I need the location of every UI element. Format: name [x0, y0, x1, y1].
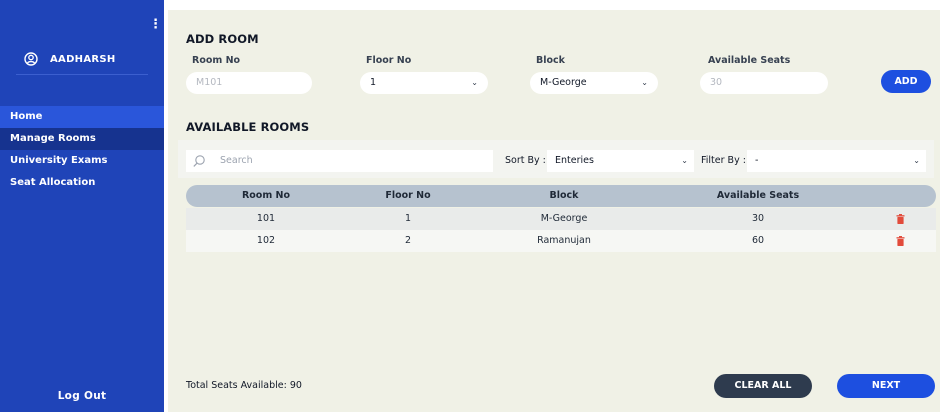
sort-by-label: Sort By : [505, 155, 546, 166]
chevron-down-icon: ⌄ [913, 156, 920, 165]
filter-by-label: Filter By : [701, 155, 746, 166]
column-header-room-no[interactable]: Room No [242, 185, 290, 207]
search-input[interactable]: Search [186, 150, 493, 172]
add-room-button[interactable]: ADD [881, 70, 931, 93]
add-room-title: ADD ROOM [186, 32, 259, 46]
sort-by-value: Enteries [555, 155, 594, 166]
room-no-label: Room No [192, 55, 241, 66]
search-icon [193, 155, 205, 167]
cell-block: Ramanujan [537, 235, 591, 246]
floor-no-label: Floor No [366, 55, 412, 66]
next-button[interactable]: NEXT [837, 374, 935, 398]
kebab-menu-icon[interactable]: ⋮ [149, 18, 162, 31]
block-value: M-George [540, 77, 587, 88]
sort-by-select[interactable]: Enteries ⌄ [547, 150, 694, 172]
sidebar-item-university-exams[interactable]: University Exams [0, 150, 164, 172]
user-circle-icon [24, 52, 38, 66]
sidebar-nav: Home Manage Rooms University Exams Seat … [0, 106, 164, 194]
chevron-down-icon: ⌄ [681, 156, 688, 165]
floor-no-value: 1 [370, 77, 377, 88]
cell-room-no: 102 [256, 235, 276, 246]
table-header: Room No Floor No Block Available Seats [186, 185, 936, 207]
sidebar-item-home[interactable]: Home [0, 106, 164, 128]
available-seats-label: Available Seats [708, 55, 791, 66]
chevron-down-icon: ⌄ [641, 78, 648, 87]
trash-icon[interactable] [896, 214, 905, 224]
sidebar: ⋮ AADHARSH Home Manage Rooms University … [0, 0, 164, 412]
filter-by-select[interactable]: - ⌄ [747, 150, 926, 172]
sidebar-item-seat-allocation[interactable]: Seat Allocation [0, 172, 164, 194]
column-header-available-seats[interactable]: Available Seats [717, 185, 799, 207]
filter-by-value: - [755, 155, 759, 166]
available-seats-input[interactable]: 30 [700, 72, 828, 94]
clear-all-button[interactable]: CLEAR ALL [714, 374, 812, 398]
table-row: 101 1 M-George 30 [186, 208, 936, 230]
search-placeholder: Search [220, 155, 253, 166]
floor-no-select[interactable]: 1 ⌄ [360, 72, 488, 94]
username: AADHARSH [50, 53, 116, 65]
logout-button[interactable]: Log Out [0, 390, 164, 402]
sidebar-item-manage-rooms[interactable]: Manage Rooms [0, 128, 164, 150]
divider [16, 74, 148, 75]
cell-floor-no: 2 [404, 235, 412, 246]
block-label: Block [536, 55, 565, 66]
total-seats-text: Total Seats Available: 90 [186, 380, 302, 391]
available-rooms-title: AVAILABLE ROOMS [186, 120, 310, 134]
cell-available-seats: 60 [751, 235, 765, 246]
room-no-input[interactable]: M101 [186, 72, 312, 94]
cell-floor-no: 1 [404, 213, 412, 224]
user-profile[interactable]: AADHARSH [24, 52, 116, 66]
cell-available-seats: 30 [751, 213, 765, 224]
block-select[interactable]: M-George ⌄ [530, 72, 658, 94]
column-header-block[interactable]: Block [550, 185, 579, 207]
table-row: 102 2 Ramanujan 60 [186, 230, 936, 252]
column-header-floor-no[interactable]: Floor No [385, 185, 430, 207]
trash-icon[interactable] [896, 236, 905, 246]
chevron-down-icon: ⌄ [471, 78, 478, 87]
cell-room-no: 101 [256, 213, 276, 224]
cell-block: M-George [540, 213, 588, 224]
